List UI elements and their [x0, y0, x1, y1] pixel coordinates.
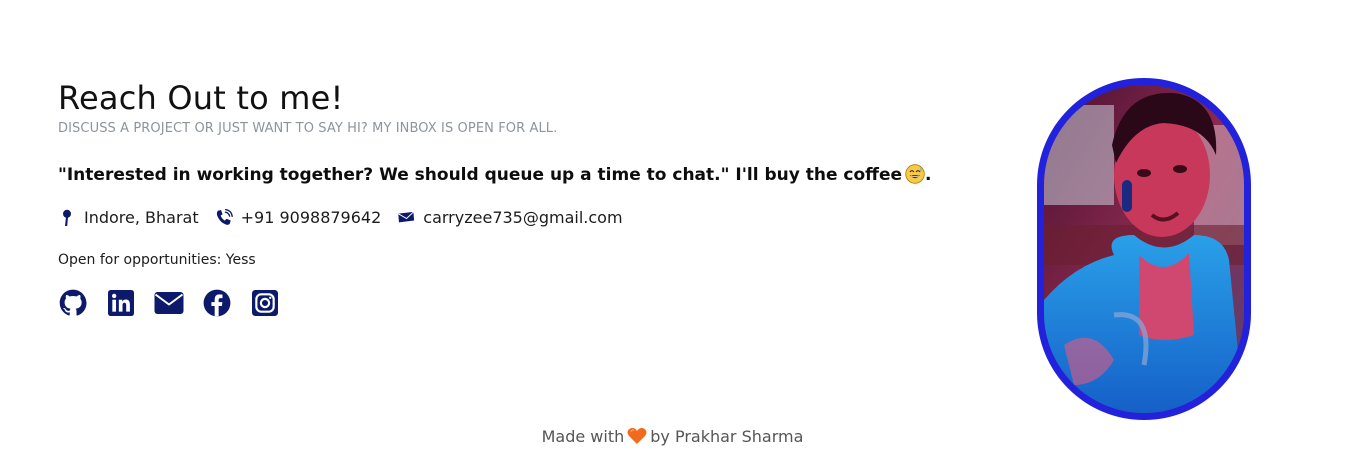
quote-body: "Interested in working together? We shou… — [58, 165, 903, 185]
github-icon — [59, 289, 87, 316]
profile-photo — [1044, 85, 1244, 413]
page-footer: Made with by Prakhar Sharma — [0, 425, 1345, 449]
location-pin-icon — [58, 209, 76, 227]
page-subtitle: DISCUSS A PROJECT OR JUST WANT TO SAY HI… — [58, 121, 558, 136]
contact-page: Reach Out to me! DISCUSS A PROJECT OR JU… — [0, 0, 1345, 471]
linkedin-link[interactable] — [106, 288, 136, 318]
page-title: Reach Out to me! — [58, 79, 344, 117]
heart-icon — [627, 427, 647, 445]
footer-prefix: Made with — [541, 427, 625, 446]
phone-text: +91 9098879642 — [240, 208, 382, 227]
contact-section: Reach Out to me! DISCUSS A PROJECT OR JU… — [58, 78, 1018, 318]
github-link[interactable] — [58, 288, 88, 318]
grinning-sweat-emoji-icon — [905, 164, 925, 184]
envelope-icon — [397, 209, 415, 227]
phone-item[interactable]: +91 9098879642 — [215, 206, 382, 230]
instagram-icon — [252, 290, 278, 316]
location-text: Indore, Bharat — [84, 208, 199, 227]
location-item: Indore, Bharat — [58, 206, 199, 230]
quote-end: . — [925, 165, 932, 185]
facebook-link[interactable] — [202, 288, 232, 318]
email-text: carryzee735@gmail.com — [423, 208, 623, 227]
phone-icon — [215, 209, 233, 227]
quote-text: "Interested in working together? We shou… — [58, 162, 1018, 188]
footer-suffix: by Prakhar Sharma — [650, 427, 804, 446]
mail-icon — [154, 292, 184, 314]
mail-link[interactable] — [154, 288, 184, 318]
contact-info-row: Indore, Bharat +91 9098879642 carryzee73… — [58, 206, 1018, 230]
email-item[interactable]: carryzee735@gmail.com — [397, 206, 623, 230]
facebook-icon — [203, 289, 231, 317]
availability-status: Open for opportunities: Yess — [58, 252, 256, 268]
profile-photo-frame — [1037, 78, 1251, 420]
linkedin-icon — [108, 290, 134, 316]
social-links — [58, 288, 1018, 318]
instagram-link[interactable] — [250, 288, 280, 318]
